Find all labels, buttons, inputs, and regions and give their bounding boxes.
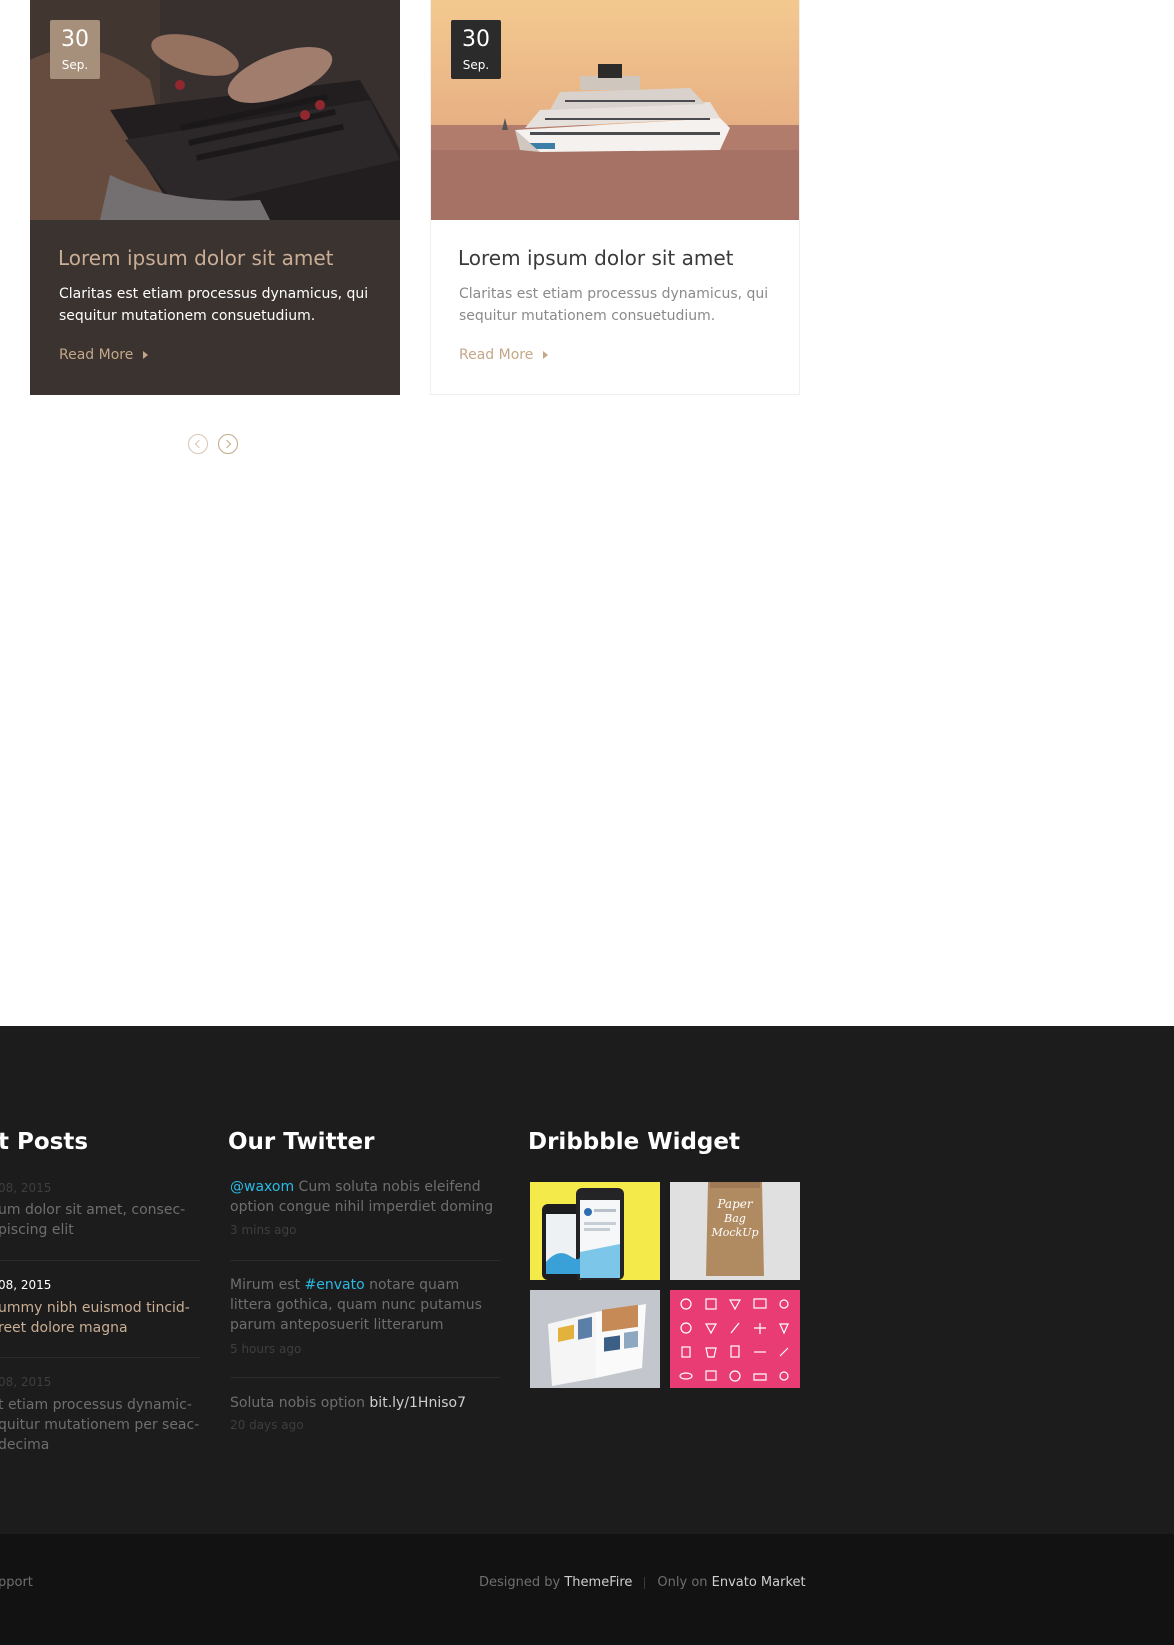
designed-by-label: Designed by [479, 1575, 565, 1590]
blog-card: 30 Sep. Lorem ipsum dolor sit amet Clari… [30, 0, 400, 395]
post-title[interactable]: Lorem ipsum dolor sit amet [58, 246, 334, 270]
envato-market-link[interactable]: Envato Market [712, 1575, 806, 1590]
blog-card: 30 Sep. Lorem ipsum dolor sit amet Clari… [430, 0, 800, 395]
read-more-link[interactable]: Read More [459, 347, 549, 363]
date-badge: 30 Sep. [451, 20, 501, 79]
tweet-time: 3 mins ago [230, 1223, 297, 1237]
tweet-body: Soluta nobis option [230, 1395, 370, 1411]
date-month: Sep. [61, 58, 89, 72]
post-link[interactable]: reet dolore magna [0, 1318, 128, 1338]
read-more-label: Read More [59, 347, 134, 363]
paper-bag-mockup-shot[interactable]: Paper Bag MockUp [670, 1182, 800, 1280]
chevron-right-icon [218, 434, 238, 454]
only-on-label: Only on [657, 1575, 712, 1590]
divider [0, 1260, 200, 1261]
post-link[interactable]: um dolor sit amet, consec- [0, 1200, 185, 1220]
post-link[interactable]: ummy nibh euismod tincid- [0, 1298, 190, 1318]
post-title[interactable]: Lorem ipsum dolor sit amet [458, 246, 734, 270]
carousel-prev-button[interactable] [188, 434, 208, 454]
divider [230, 1377, 500, 1378]
tweet-text: @waxom Cum soluta nobis eleifend option … [230, 1177, 505, 1217]
twitter-title: Our Twitter [228, 1129, 375, 1155]
recent-posts-title: t Posts [0, 1129, 89, 1155]
divider [230, 1260, 500, 1261]
tweet-text: Mirum est #envato notare quam littera go… [230, 1275, 505, 1335]
caret-right-icon [543, 351, 549, 359]
magazine-spread-shot[interactable] [530, 1290, 660, 1388]
tweet-body: Mirum est [230, 1277, 305, 1293]
divider [0, 1357, 200, 1358]
svg-text:MockUp: MockUp [710, 1226, 758, 1239]
post-date: 08, 2015 [0, 1181, 52, 1195]
read-more-label: Read More [459, 347, 534, 363]
tweet-time: 20 days ago [230, 1418, 304, 1432]
date-day: 30 [61, 27, 89, 52]
twitter-handle-link[interactable]: @waxom [230, 1179, 294, 1195]
post-date: 08, 2015 [0, 1278, 52, 1292]
tweet-text: Soluta nobis option bit.ly/1Hniso7 [230, 1393, 505, 1413]
post-link[interactable]: decima [0, 1435, 49, 1455]
dribbble-title: Dribbble Widget [528, 1129, 740, 1155]
post-link[interactable]: piscing elit [0, 1220, 74, 1240]
post-link[interactable]: t etiam processus dynamic- [0, 1395, 192, 1415]
date-day: 30 [462, 27, 490, 52]
post-excerpt: Claritas est etiam processus dynamicus, … [59, 286, 369, 324]
tweet-time: 5 hours ago [230, 1342, 302, 1356]
post-link[interactable]: quitur mutationem per seac- [0, 1415, 199, 1435]
post-date: 08, 2015 [0, 1375, 52, 1389]
svg-text:Paper: Paper [716, 1197, 753, 1211]
svg-text:Bag: Bag [723, 1212, 746, 1225]
phone-app-shot[interactable] [530, 1182, 660, 1280]
post-excerpt: Claritas est etiam processus dynamicus, … [459, 286, 769, 324]
caret-right-icon [143, 351, 149, 359]
short-url-link[interactable]: bit.ly/1Hniso7 [369, 1395, 466, 1411]
support-link[interactable]: pport [0, 1575, 33, 1590]
separator [644, 1576, 646, 1589]
credits: Designed by ThemeFire Only on Envato Mark… [479, 1575, 806, 1590]
pink-icon-set-shot[interactable] [670, 1290, 800, 1388]
date-badge: 30 Sep. [50, 20, 100, 79]
footer-widgets-area [0, 1026, 1174, 1534]
hashtag-link[interactable]: #envato [305, 1277, 365, 1293]
date-month: Sep. [462, 58, 490, 72]
chevron-left-icon [188, 434, 208, 454]
read-more-link[interactable]: Read More [59, 347, 149, 363]
themefire-link[interactable]: ThemeFire [564, 1575, 632, 1590]
carousel-next-button[interactable] [218, 434, 238, 454]
